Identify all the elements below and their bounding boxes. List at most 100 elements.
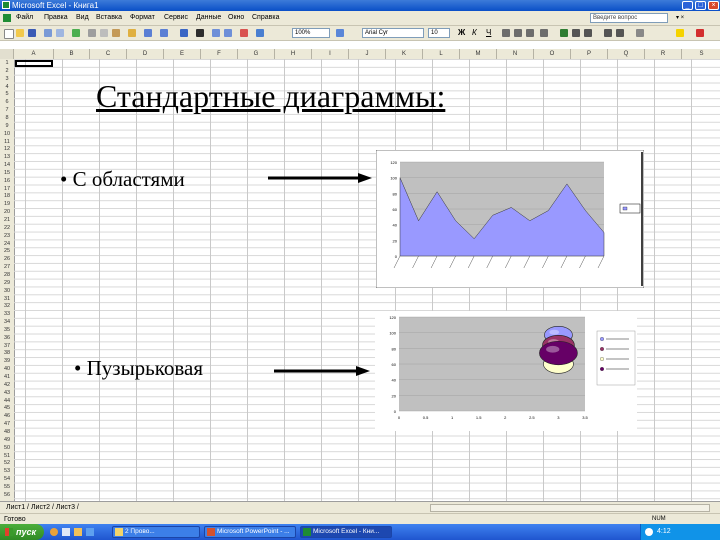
row-header[interactable]: 11 xyxy=(0,138,14,146)
menu-file[interactable]: Файл xyxy=(16,13,33,23)
menu-window[interactable]: Окно xyxy=(228,13,244,23)
row-header[interactable]: 22 xyxy=(0,224,14,232)
font-color-icon[interactable] xyxy=(696,29,704,37)
column-header-m[interactable]: M xyxy=(460,49,497,59)
menu-format[interactable]: Формат xyxy=(130,13,155,23)
minimize-button[interactable]: _ xyxy=(682,1,693,10)
column-header-p[interactable]: P xyxy=(571,49,608,59)
active-cell-a1[interactable] xyxy=(15,60,53,67)
format-painter-icon[interactable] xyxy=(128,29,136,37)
column-header-e[interactable]: E xyxy=(164,49,201,59)
fill-color-icon[interactable] xyxy=(676,29,684,37)
doc-close-icon[interactable]: ▾ × xyxy=(676,13,684,23)
row-header[interactable]: 39 xyxy=(0,357,14,365)
bubble-chart[interactable]: 020406080100120 0 0.5 1 1.5 2 2.5 3 3.5 xyxy=(375,311,637,431)
row-header[interactable]: 46 xyxy=(0,412,14,420)
increase-indent-icon[interactable] xyxy=(604,29,612,37)
row-header[interactable]: 2 xyxy=(0,67,14,75)
row-header[interactable]: 9 xyxy=(0,122,14,130)
menu-edit[interactable]: Правка xyxy=(44,13,68,23)
column-header-j[interactable]: J xyxy=(349,49,386,59)
row-header[interactable]: 30 xyxy=(0,287,14,295)
paste-icon[interactable] xyxy=(112,29,120,37)
row-header[interactable]: 8 xyxy=(0,114,14,122)
menu-insert[interactable]: Вставка xyxy=(96,13,122,23)
row-header[interactable]: 35 xyxy=(0,326,14,334)
column-header-o[interactable]: O xyxy=(534,49,571,59)
help-icon[interactable] xyxy=(336,29,344,37)
menu-data[interactable]: Данные xyxy=(196,13,221,23)
row-header[interactable]: 36 xyxy=(0,334,14,342)
row-header[interactable]: 24 xyxy=(0,240,14,248)
copy-icon[interactable] xyxy=(100,29,108,37)
horizontal-scrollbar[interactable] xyxy=(430,504,710,512)
row-header[interactable]: 51 xyxy=(0,452,14,460)
row-header[interactable]: 4 xyxy=(0,83,14,91)
row-header[interactable]: 38 xyxy=(0,349,14,357)
borders-icon[interactable] xyxy=(636,29,644,37)
drawing-icon[interactable] xyxy=(256,29,264,37)
help-question-input[interactable]: Введите вопрос xyxy=(590,13,668,23)
sort-asc-icon[interactable] xyxy=(212,29,220,37)
redo-icon[interactable] xyxy=(160,29,168,37)
zoom-select[interactable]: 100% xyxy=(292,28,330,38)
row-header[interactable]: 27 xyxy=(0,263,14,271)
start-button[interactable]: пуск xyxy=(0,524,44,540)
row-header[interactable]: 21 xyxy=(0,216,14,224)
row-header[interactable]: 16 xyxy=(0,177,14,185)
row-header[interactable]: 50 xyxy=(0,444,14,452)
row-header[interactable]: 44 xyxy=(0,397,14,405)
excel-doc-icon[interactable] xyxy=(3,14,11,22)
row-header[interactable]: 33 xyxy=(0,310,14,318)
currency-icon[interactable] xyxy=(560,29,568,37)
row-header[interactable]: 13 xyxy=(0,153,14,161)
column-header-i[interactable]: I xyxy=(312,49,349,59)
row-header[interactable]: 49 xyxy=(0,436,14,444)
row-header[interactable]: 56 xyxy=(0,491,14,499)
hyperlink-icon[interactable] xyxy=(180,29,188,37)
font-size-select[interactable]: 10 xyxy=(428,28,450,38)
merge-center-icon[interactable] xyxy=(540,29,548,37)
row-header[interactable]: 34 xyxy=(0,318,14,326)
align-right-icon[interactable] xyxy=(526,29,534,37)
row-header[interactable]: 18 xyxy=(0,192,14,200)
row-header[interactable]: 6 xyxy=(0,98,14,106)
row-header[interactable]: 25 xyxy=(0,247,14,255)
column-header-l[interactable]: L xyxy=(423,49,460,59)
row-header[interactable]: 12 xyxy=(0,145,14,153)
row-header[interactable]: 23 xyxy=(0,232,14,240)
save-icon[interactable] xyxy=(28,29,36,37)
task-powerpoint[interactable]: Microsoft PowerPoint - ... xyxy=(204,526,296,538)
row-header[interactable]: 10 xyxy=(0,130,14,138)
menu-help[interactable]: Справка xyxy=(252,13,279,23)
autosum-icon[interactable] xyxy=(196,29,204,37)
row-header[interactable]: 53 xyxy=(0,467,14,475)
menu-tools[interactable]: Сервис xyxy=(164,13,188,23)
quicklaunch-browser-icon[interactable] xyxy=(50,528,58,536)
open-icon[interactable] xyxy=(16,29,24,37)
spelling-icon[interactable] xyxy=(72,29,80,37)
sheet-tabs[interactable]: Лист1 / Лист2 / Лист3 / xyxy=(6,503,79,513)
row-header[interactable]: 54 xyxy=(0,475,14,483)
area-chart[interactable]: 020406080100120 xyxy=(376,150,644,288)
column-header-c[interactable]: C xyxy=(90,49,127,59)
sort-desc-icon[interactable] xyxy=(224,29,232,37)
row-header[interactable]: 47 xyxy=(0,420,14,428)
new-icon[interactable] xyxy=(4,29,14,39)
row-header[interactable]: 41 xyxy=(0,373,14,381)
close-button[interactable]: × xyxy=(708,1,719,10)
volume-icon[interactable] xyxy=(645,528,653,536)
row-header[interactable]: 17 xyxy=(0,185,14,193)
row-header[interactable]: 43 xyxy=(0,389,14,397)
select-all-corner[interactable] xyxy=(0,49,14,59)
preview-icon[interactable] xyxy=(56,29,64,37)
bold-icon[interactable]: Ж xyxy=(458,28,465,38)
column-header-r[interactable]: R xyxy=(645,49,682,59)
row-header[interactable]: 20 xyxy=(0,208,14,216)
row-header[interactable]: 5 xyxy=(0,90,14,98)
row-header[interactable]: 32 xyxy=(0,302,14,310)
row-header[interactable]: 55 xyxy=(0,483,14,491)
row-header[interactable]: 28 xyxy=(0,271,14,279)
column-header-q[interactable]: Q xyxy=(608,49,645,59)
italic-icon[interactable]: К xyxy=(472,28,477,38)
